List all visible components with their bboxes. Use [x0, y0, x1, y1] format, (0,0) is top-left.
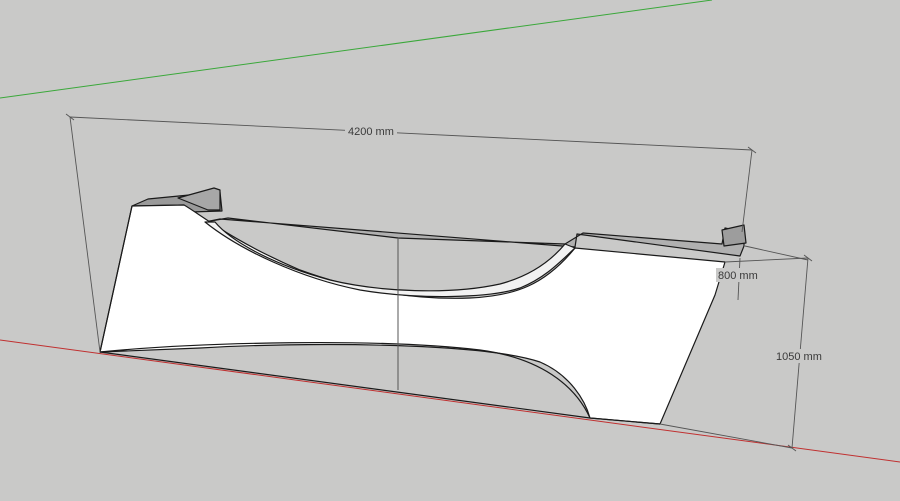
back-top-edge: [204, 217, 745, 257]
modeling-viewport[interactable]: 4200 mm 800 mm 1050 mm: [0, 0, 900, 501]
red-axis: [0, 339, 900, 463]
scene-canvas[interactable]: 4200 mm 800 mm 1050 mm: [0, 0, 900, 501]
green-axis: [0, 0, 713, 99]
model-object[interactable]: [99, 187, 747, 425]
back-height-label: 800 mm: [718, 270, 758, 282]
length-label: 4200 mm: [348, 126, 394, 138]
total-height-label: 1050 mm: [776, 351, 822, 363]
